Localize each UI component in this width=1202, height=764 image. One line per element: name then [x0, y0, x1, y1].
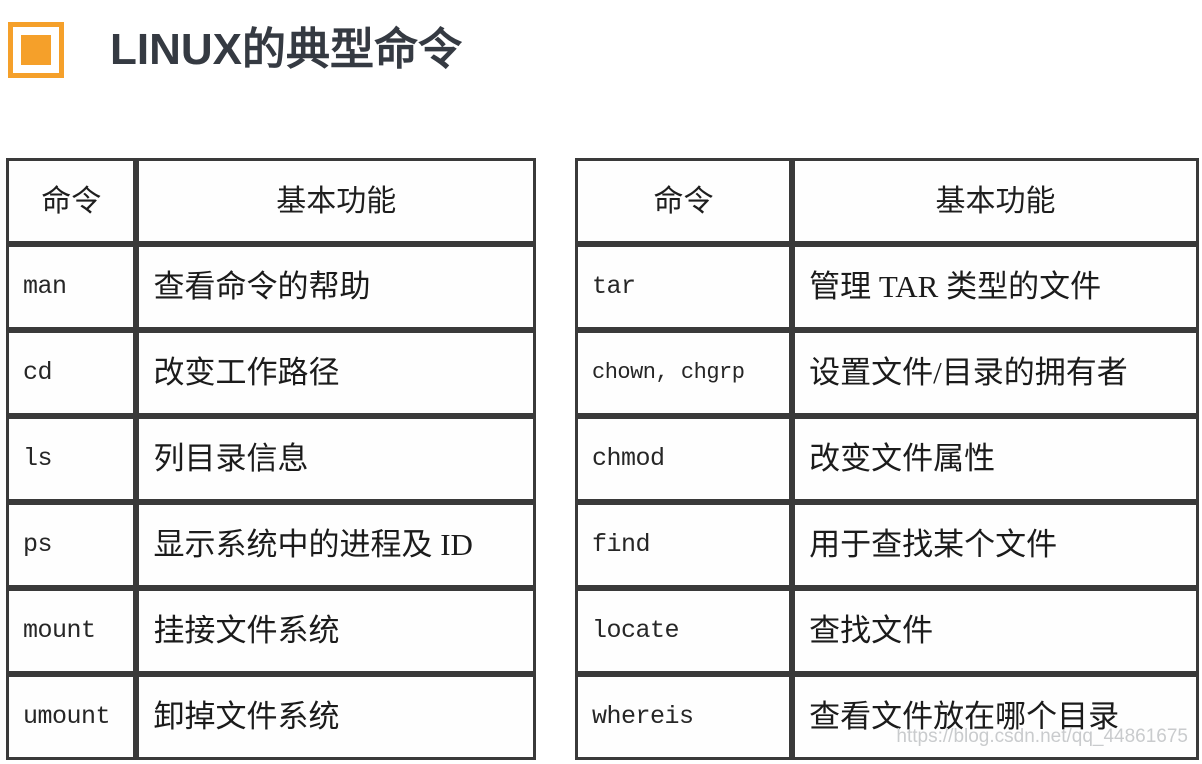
table-row: man 查看命令的帮助 [6, 244, 536, 330]
orange-square-inner [21, 35, 51, 65]
command-name: find [592, 530, 651, 560]
command-name: ps [23, 530, 53, 560]
command-name: chown, chgrp [592, 359, 745, 385]
function-text: 列目录信息 [153, 440, 309, 476]
table-row: locate 查找文件 [575, 588, 1199, 674]
command-cell: ps [6, 502, 137, 588]
table-row: find 用于查找某个文件 [575, 502, 1199, 588]
function-cell: 改变工作路径 [136, 330, 536, 416]
command-name: ls [23, 444, 53, 474]
command-cell: ls [6, 416, 137, 502]
function-text: 查看命令的帮助 [153, 268, 371, 304]
command-table-left: 命令 基本功能 man 查看命令的帮助 cd 改变工作路径 ls 列目录信息 p… [6, 158, 536, 760]
page-header: LINUX的典型命令 [0, 0, 462, 100]
command-cell: tar [575, 244, 793, 330]
function-cell: 查看文件放在哪个目录 [792, 674, 1199, 760]
table-row: umount 卸掉文件系统 [6, 674, 536, 760]
header-command-label: 命令 [41, 184, 102, 218]
table-header-row: 命令 基本功能 [575, 158, 1199, 244]
header-cell-command: 命令 [575, 158, 793, 244]
table-row: whereis 查看文件放在哪个目录 [575, 674, 1199, 760]
function-text: 改变文件属性 [809, 440, 996, 476]
function-text: 卸掉文件系统 [153, 698, 340, 734]
command-cell: umount [6, 674, 137, 760]
command-name: whereis [592, 702, 694, 732]
command-name: locate [592, 616, 680, 646]
function-text: 查看文件放在哪个目录 [809, 698, 1120, 734]
command-cell: man [6, 244, 137, 330]
table-row: chmod 改变文件属性 [575, 416, 1199, 502]
command-tables: 命令 基本功能 man 查看命令的帮助 cd 改变工作路径 ls 列目录信息 p… [0, 158, 1202, 760]
header-function-label: 基本功能 [276, 184, 397, 218]
function-cell: 查找文件 [792, 588, 1199, 674]
table-row: chown, chgrp 设置文件/目录的拥有者 [575, 330, 1199, 416]
command-name: chmod [592, 444, 665, 474]
function-cell: 列目录信息 [136, 416, 536, 502]
table-row: tar 管理 TAR 类型的文件 [575, 244, 1199, 330]
command-name: tar [592, 272, 636, 302]
page-title: LINUX的典型命令 [110, 25, 462, 74]
function-cell: 挂接文件系统 [136, 588, 536, 674]
command-cell: whereis [575, 674, 793, 760]
function-text: 管理 TAR 类型的文件 [809, 268, 1102, 304]
function-text: 查找文件 [809, 612, 934, 648]
header-cell-function: 基本功能 [792, 158, 1199, 244]
orange-square-icon [8, 22, 64, 78]
command-cell: chmod [575, 416, 793, 502]
function-cell: 设置文件/目录的拥有者 [792, 330, 1199, 416]
function-cell: 改变文件属性 [792, 416, 1199, 502]
command-name: umount [23, 702, 111, 732]
header-cell-function: 基本功能 [136, 158, 536, 244]
function-text: 改变工作路径 [153, 354, 340, 390]
table-row: ls 列目录信息 [6, 416, 536, 502]
header-cell-command: 命令 [6, 158, 137, 244]
table-row: ps 显示系统中的进程及 ID [6, 502, 536, 588]
table-header-row: 命令 基本功能 [6, 158, 536, 244]
command-cell: find [575, 502, 793, 588]
command-cell: chown, chgrp [575, 330, 793, 416]
function-cell: 显示系统中的进程及 ID [136, 502, 536, 588]
command-cell: cd [6, 330, 137, 416]
command-table-right: 命令 基本功能 tar 管理 TAR 类型的文件 chown, chgrp 设置… [575, 158, 1199, 760]
command-cell: locate [575, 588, 793, 674]
function-cell: 管理 TAR 类型的文件 [792, 244, 1199, 330]
command-cell: mount [6, 588, 137, 674]
command-name: man [23, 272, 67, 302]
table-row: mount 挂接文件系统 [6, 588, 536, 674]
function-text: 用于查找某个文件 [809, 526, 1058, 562]
function-cell: 查看命令的帮助 [136, 244, 536, 330]
function-text: 设置文件/目录的拥有者 [809, 354, 1128, 390]
command-name: cd [23, 358, 53, 388]
header-function-label: 基本功能 [935, 184, 1056, 218]
table-row: cd 改变工作路径 [6, 330, 536, 416]
function-text: 挂接文件系统 [153, 612, 340, 648]
header-command-label: 命令 [653, 184, 714, 218]
function-cell: 用于查找某个文件 [792, 502, 1199, 588]
function-text: 显示系统中的进程及 ID [153, 526, 473, 562]
function-cell: 卸掉文件系统 [136, 674, 536, 760]
command-name: mount [23, 616, 96, 646]
